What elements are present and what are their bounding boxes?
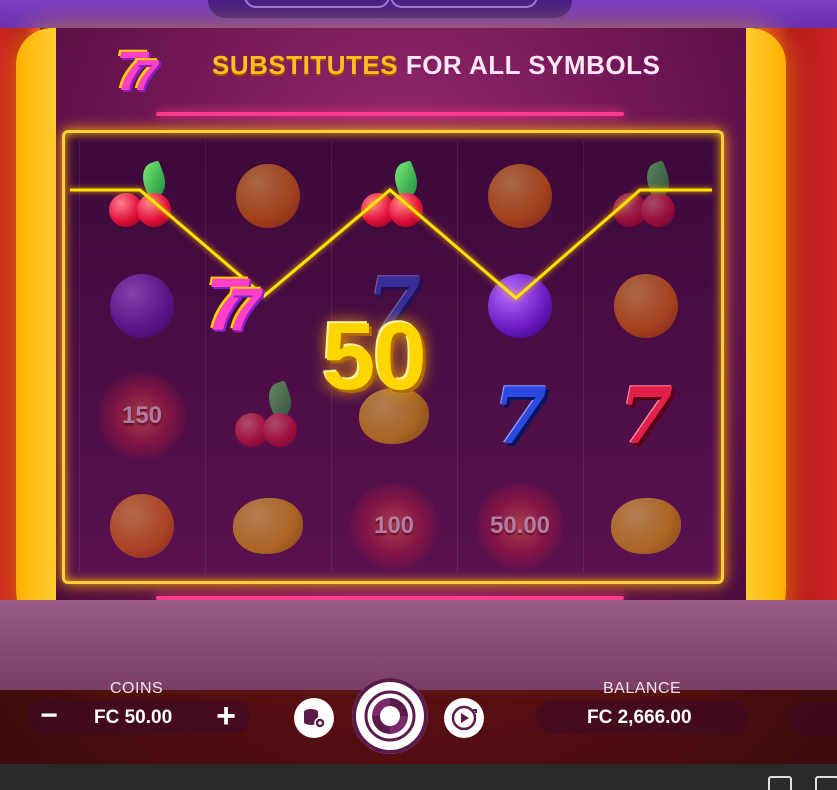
symbol-coin: 100 — [332, 471, 456, 581]
reel-2 — [205, 141, 330, 573]
symbol-plum — [80, 251, 204, 361]
coins-minus-button[interactable]: − — [34, 701, 64, 732]
extra-pill — [790, 702, 837, 736]
wild-seven-symbol: 77 — [206, 263, 261, 346]
symbol-orange — [458, 141, 582, 251]
coin-settings-button[interactable] — [294, 698, 334, 738]
autoplay-button[interactable] — [444, 698, 484, 738]
game-stage: 77 SUBSTITUTES FOR ALL SYMBOLS 150 7 100… — [0, 0, 837, 790]
image-icon[interactable] — [815, 776, 837, 790]
spin-button[interactable] — [352, 678, 428, 754]
coins-value: FC 50.00 — [94, 707, 173, 728]
symbol-plum — [458, 251, 582, 361]
top-bar — [0, 0, 837, 28]
wild-banner: 77 SUBSTITUTES FOR ALL SYMBOLS — [112, 36, 672, 102]
symbol-lemon — [206, 471, 330, 581]
camera-icon[interactable] — [768, 776, 792, 790]
symbol-orange — [206, 141, 330, 251]
banner-rest: FOR ALL SYMBOLS — [405, 50, 661, 80]
coins-plus-button[interactable]: + — [210, 699, 242, 733]
neon-bar-top — [156, 112, 624, 116]
banner-highlight: SUBSTITUTES — [212, 50, 399, 80]
top-menu-segment-left[interactable] — [244, 0, 390, 8]
coin-stack-settings-icon — [304, 709, 326, 729]
symbol-coin: 50.00 — [458, 471, 582, 581]
balance-value: FC 2,666.00 — [587, 707, 692, 728]
coin-value: 50.00 — [489, 512, 551, 539]
symbol-cherry — [80, 141, 204, 251]
symbol-orange — [584, 251, 708, 361]
spin-icon — [364, 690, 416, 742]
symbol-lemon — [584, 471, 708, 581]
symbol-cherry — [206, 361, 330, 471]
coin-value: 100 — [373, 512, 415, 539]
coins-label: COINS — [110, 680, 164, 697]
balance-label: BALANCE — [603, 680, 682, 697]
top-menu-segment-right[interactable] — [390, 0, 538, 8]
reel-4: 7 50.00 — [457, 141, 582, 573]
win-amount: 50 — [322, 303, 427, 410]
symbol-seven-red: 7 — [618, 370, 674, 462]
symbol-orange — [80, 471, 204, 581]
reel-5: 7 — [583, 141, 708, 573]
autoplay-icon — [451, 705, 477, 731]
reel-1: 150 — [79, 141, 204, 573]
symbol-coin: 150 — [80, 361, 204, 471]
control-panel: COINS − FC 50.00 + BALANCE FC 2,666.00 — [0, 672, 837, 762]
coin-value: 150 — [121, 402, 163, 429]
top-menu-pill[interactable] — [208, 0, 572, 20]
banner-text: SUBSTITUTES FOR ALL SYMBOLS — [212, 50, 660, 81]
symbol-seven-blue: 7 — [492, 370, 548, 462]
bottom-system-bar — [0, 764, 837, 790]
symbol-cherry — [584, 141, 708, 251]
symbol-cherry — [332, 141, 456, 251]
wild-seven-logo: 77 — [116, 39, 158, 102]
